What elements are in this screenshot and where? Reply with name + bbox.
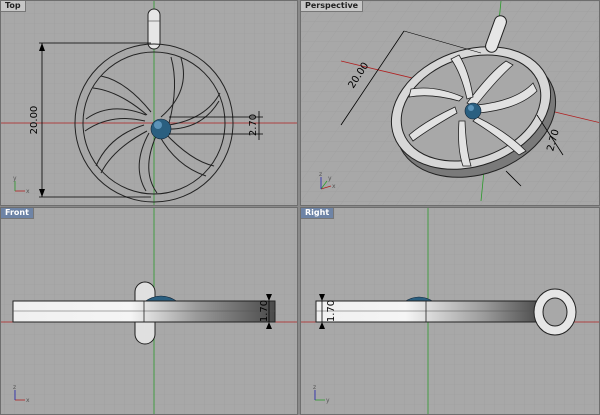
dim-diameter-label[interactable]: 20.00 — [29, 106, 40, 135]
dim-offset-label[interactable]: 2.70 — [248, 114, 259, 136]
axis-widget-x-label: x — [26, 397, 30, 404]
bail-ring-hole — [542, 297, 568, 327]
viewport-title-right[interactable]: Right — [301, 208, 335, 219]
viewport-right[interactable]: Right 1.70 y z — [300, 207, 600, 415]
gem-highlight — [468, 105, 474, 111]
dim-thickness-label[interactable]: 1.70 — [259, 300, 270, 322]
dim-thickness-label[interactable]: 1.70 — [326, 300, 337, 322]
axis-widget-z-label: z — [313, 384, 316, 391]
perspective-view-canvas[interactable]: 20.00 2.70 x y z — [301, 1, 600, 206]
axis-widget-x-label: x — [332, 183, 336, 190]
axis-widget-y-label: y — [326, 397, 330, 404]
axis-widget-z-label: z — [13, 384, 16, 391]
viewport-front[interactable]: Front 1.70 x z — [0, 207, 298, 415]
viewport-top[interactable]: Top 20.00 2.70 x y — [0, 0, 298, 206]
pendant-band — [315, 300, 542, 323]
viewport-title-perspective[interactable]: Perspective — [301, 1, 364, 12]
viewport-title-front[interactable]: Front — [1, 208, 34, 219]
gem — [464, 102, 482, 120]
top-view-canvas[interactable]: 20.00 2.70 x y — [1, 1, 298, 206]
viewport-perspective[interactable]: Perspective 20.00 2.70 x y z — [300, 0, 600, 206]
axis-widget-y-label: y — [13, 175, 17, 182]
right-view-canvas[interactable]: 1.70 y z — [301, 208, 600, 415]
axis-widget-z-label: z — [319, 171, 322, 178]
viewport-title-top[interactable]: Top — [1, 1, 26, 12]
gem — [150, 118, 172, 140]
axis-widget-x-label: x — [26, 188, 30, 195]
axis-widget-y-label: y — [328, 175, 332, 182]
gem-highlight — [154, 121, 162, 129]
front-view-canvas[interactable]: 1.70 x z — [1, 208, 298, 415]
